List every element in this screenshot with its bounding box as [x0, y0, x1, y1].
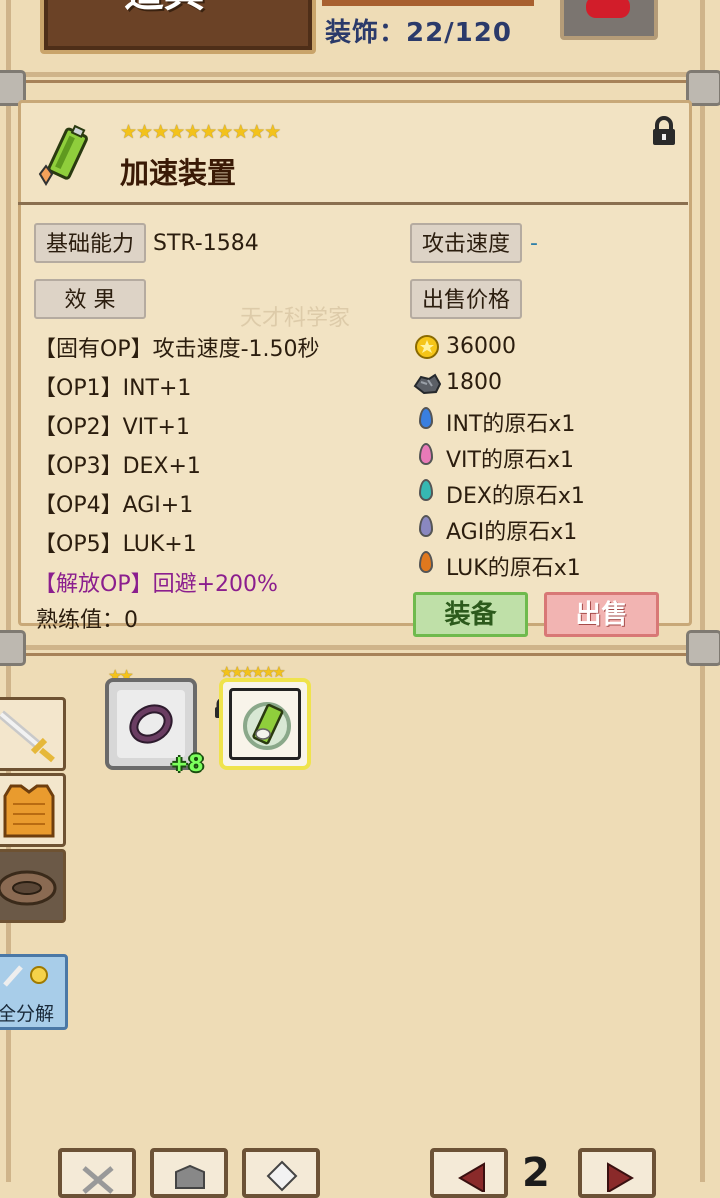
item-rarity-stars: ★★★★★★★★★★: [120, 121, 281, 143]
category-title-board: 道具: [40, 0, 316, 54]
lock-icon[interactable]: [650, 116, 678, 146]
price-luk-stone: LUK的原石x1: [446, 556, 581, 581]
release-op-effect: 【解放OP】回避+200%: [34, 572, 278, 597]
frame-right-line: [700, 0, 705, 1182]
frame-bolt: [686, 630, 720, 666]
frame-mid-line: [0, 645, 720, 650]
price-ore: 1800: [446, 370, 502, 395]
decompose-all-button[interactable]: 全分解: [0, 954, 68, 1030]
tab-accessory[interactable]: [0, 849, 66, 923]
price-vit-stone: VIT的原石x1: [446, 448, 574, 473]
top-accent-strip: [322, 0, 534, 6]
price-dex-stone: DEX的原石x1: [446, 484, 585, 509]
tab-armor[interactable]: [0, 773, 66, 847]
attack-speed-value: -: [530, 231, 538, 256]
watermark: 天才科学家: [240, 306, 351, 331]
prev-page-button[interactable]: [430, 1148, 508, 1198]
arrow-left-icon: [458, 1162, 485, 1192]
agi-gem-icon: [419, 515, 433, 537]
vit-gem-icon: [419, 443, 433, 465]
frame-top-line: [0, 72, 720, 77]
effect-innate-op: 【固有OP】攻击速度-1.50秒: [34, 337, 320, 362]
belt-ring-icon: [0, 870, 57, 906]
sort-button[interactable]: [58, 1148, 136, 1198]
arrow-right-icon: [607, 1162, 634, 1192]
gold-coin-icon: [415, 335, 439, 359]
proficiency-value: 熟练值：0: [36, 608, 138, 633]
item-name: 加速装置: [120, 156, 237, 190]
sell-button[interactable]: 出售: [544, 592, 659, 637]
frame-bolt: [0, 630, 26, 666]
panel-separator: [18, 202, 688, 205]
accelerator-item-icon: [38, 124, 88, 186]
ore-icon: [413, 373, 441, 394]
effect-op3: 【OP3】DEX+1: [34, 454, 201, 479]
price-gold: 36000: [446, 334, 516, 359]
price-agi-stone: AGI的原石x1: [446, 520, 578, 545]
base-ability-value: STR-1584: [153, 231, 259, 256]
sword-icon: [0, 710, 55, 763]
decompose-all-label: 全分解: [0, 1003, 55, 1025]
accelerator-item-icon: [243, 702, 291, 750]
base-ability-label: 基础能力: [34, 223, 146, 263]
stone-block-icon: [175, 1164, 205, 1189]
decompose-icon: [3, 965, 48, 987]
crossed-swords-icon: [82, 1166, 114, 1194]
crystal-button[interactable]: [242, 1148, 320, 1198]
material-button[interactable]: [150, 1148, 228, 1198]
effect-op1: 【OP1】INT+1: [34, 376, 192, 401]
price-int-stone: INT的原石x1: [446, 412, 576, 437]
effect-label: 效 果: [34, 279, 146, 319]
heart-button[interactable]: [560, 0, 658, 40]
int-gem-icon: [419, 407, 433, 429]
inventory-slot-accelerator[interactable]: [219, 678, 311, 770]
sell-price-label: 出售价格: [410, 279, 522, 319]
decoration-count: 装饰：22/120: [325, 18, 512, 48]
crystal-icon: [266, 1160, 298, 1192]
heart-icon: [586, 0, 630, 18]
equip-button[interactable]: 装备: [413, 592, 528, 637]
page-number: 2: [522, 1150, 550, 1196]
effect-op4: 【OP4】AGI+1: [34, 493, 194, 518]
luk-gem-icon: [419, 551, 433, 573]
dex-gem-icon: [419, 479, 433, 501]
attack-speed-label: 攻击速度: [410, 223, 522, 263]
dark-ring-icon: [129, 704, 173, 744]
enhance-level-badge: +8: [170, 752, 204, 777]
effect-op5: 【OP5】LUK+1: [34, 532, 197, 557]
next-page-button[interactable]: [578, 1148, 656, 1198]
armor-icon: [3, 784, 55, 838]
effect-op2: 【OP2】VIT+1: [34, 415, 190, 440]
frame-mid-line-dark: [0, 653, 720, 656]
tab-weapon[interactable]: [0, 697, 66, 771]
frame-top-line-dark: [0, 80, 720, 83]
category-title: 道具: [124, 0, 204, 18]
